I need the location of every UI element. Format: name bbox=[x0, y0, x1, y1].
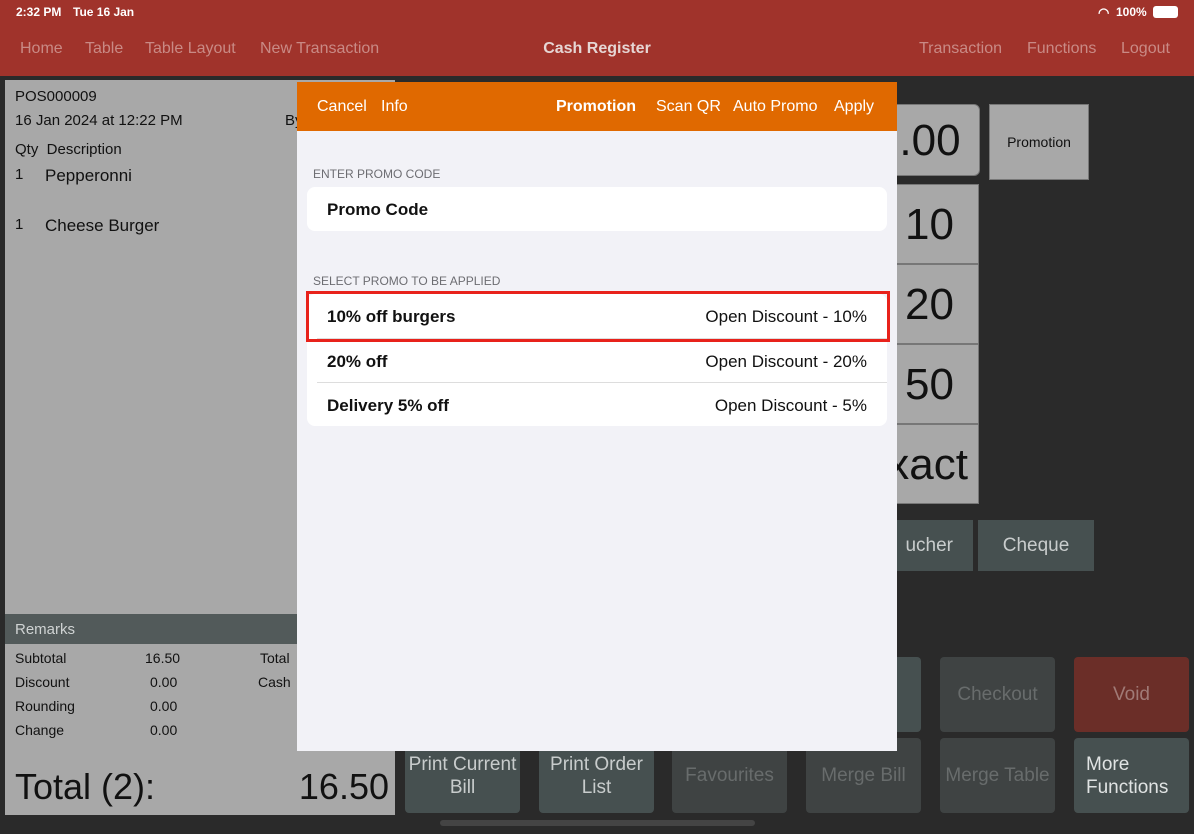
promo-name: 20% off bbox=[327, 352, 388, 371]
receipt-header: Qty Description bbox=[15, 141, 122, 158]
promo-code-placeholder: Promo Code bbox=[327, 200, 429, 219]
total-label: Total bbox=[260, 650, 290, 666]
rounding-label: Rounding bbox=[15, 698, 75, 714]
change-value: 0.00 bbox=[150, 722, 178, 738]
info-button[interactable]: Info bbox=[381, 98, 408, 116]
modal-title: Promotion bbox=[556, 98, 636, 115]
item-qty: 1 bbox=[15, 216, 24, 233]
item-qty: 1 bbox=[15, 166, 24, 183]
cash-label: Cash bbox=[258, 674, 291, 690]
auto-promo-button[interactable]: Auto Promo bbox=[733, 98, 817, 116]
cheque-button[interactable]: Cheque bbox=[978, 520, 1094, 571]
item-desc[interactable]: Pepperonni bbox=[45, 166, 132, 186]
promo-row[interactable]: Delivery 5% off Open Discount - 5% bbox=[317, 382, 887, 426]
discount-value: 0.00 bbox=[150, 674, 178, 690]
enter-promo-label: ENTER PROMO CODE bbox=[313, 167, 441, 181]
select-promo-label: SELECT PROMO TO BE APPLIED bbox=[313, 274, 501, 288]
total-amount: 16.50 bbox=[298, 766, 389, 807]
merge-table-button[interactable]: Merge Table bbox=[940, 738, 1055, 813]
page-title: Cash Register bbox=[543, 40, 651, 57]
battery-icon bbox=[1153, 6, 1178, 18]
status-date: Tue 16 Jan bbox=[73, 5, 135, 19]
nav-logout[interactable]: Logout bbox=[1121, 40, 1170, 58]
subtotal-value: 16.50 bbox=[145, 650, 181, 666]
receipt-datetime: 16 Jan 2024 at 12:22 PM bbox=[15, 112, 183, 129]
battery-level: 100% bbox=[1116, 5, 1147, 19]
selected-promo-highlight bbox=[306, 291, 890, 342]
wifi-icon: ◠ bbox=[1098, 5, 1110, 20]
nav-functions[interactable]: Functions bbox=[1027, 40, 1096, 58]
checkout-button[interactable]: Checkout bbox=[940, 657, 1055, 732]
discount-label: Discount bbox=[15, 674, 70, 690]
promo-row[interactable]: 20% off Open Discount - 20% bbox=[317, 338, 887, 382]
promotion-modal: Cancel Info Promotion Scan QR Auto Promo… bbox=[297, 82, 897, 751]
subtotal-label: Subtotal bbox=[15, 650, 67, 666]
void-button[interactable]: Void bbox=[1074, 657, 1189, 732]
rounding-value: 0.00 bbox=[150, 698, 178, 714]
change-label: Change bbox=[15, 722, 65, 738]
promo-type: Open Discount - 5% bbox=[714, 396, 867, 415]
nav-transaction[interactable]: Transaction bbox=[919, 40, 1002, 58]
promotion-button[interactable]: Promotion bbox=[989, 104, 1089, 180]
total-count: Total (2): bbox=[15, 766, 156, 807]
more-functions-button[interactable]: More Functions bbox=[1074, 738, 1189, 813]
top-bar: 2:32 PM Tue 16 Jan ◠ 100% Home Table Tab… bbox=[0, 0, 1194, 76]
cancel-button[interactable]: Cancel bbox=[317, 98, 367, 116]
promo-type: Open Discount - 20% bbox=[705, 352, 867, 371]
promo-name: Delivery 5% off bbox=[327, 396, 449, 415]
apply-button[interactable]: Apply bbox=[834, 98, 874, 116]
modal-header: Cancel Info Promotion Scan QR Auto Promo… bbox=[297, 82, 897, 131]
home-indicator[interactable] bbox=[440, 820, 755, 826]
promo-code-input[interactable]: Promo Code bbox=[307, 187, 887, 231]
receipt-id: POS000009 bbox=[15, 88, 97, 105]
item-desc[interactable]: Cheese Burger bbox=[45, 216, 159, 236]
status-time: 2:32 PM bbox=[16, 5, 62, 19]
scan-qr-button[interactable]: Scan QR bbox=[656, 98, 721, 116]
